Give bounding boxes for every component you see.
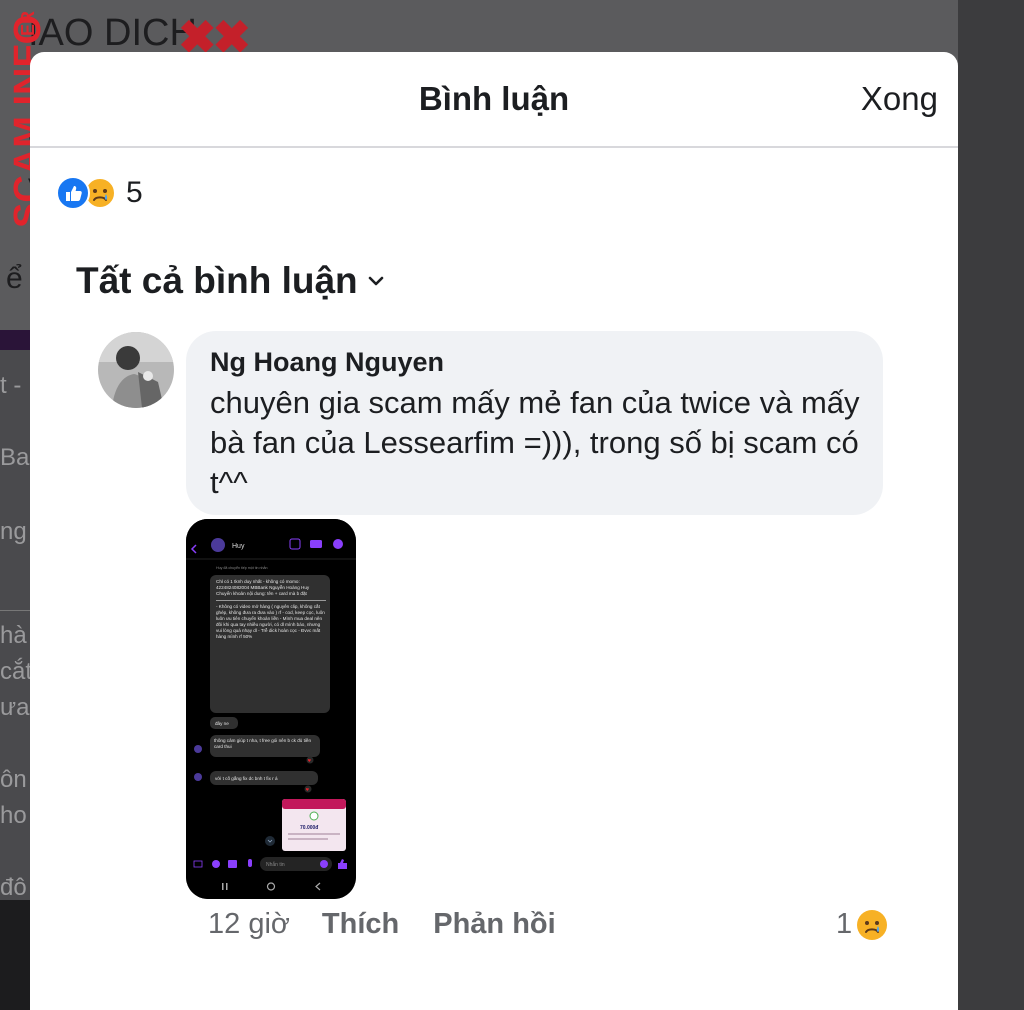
background-purple-strip — [0, 330, 30, 350]
comment-filter-dropdown[interactable]: Tất cả bình luận — [76, 260, 384, 302]
background-divider — [0, 610, 30, 611]
recent-apps-icon — [222, 883, 224, 890]
sad-icon — [857, 909, 888, 940]
like-icon — [56, 176, 90, 210]
background-text-fragment: cắt — [0, 658, 33, 685]
comment-actions: 12 giờ Thích Phản hồi — [208, 908, 590, 941]
comment-timestamp: 12 giờ — [208, 908, 290, 940]
comment-bubble[interactable]: Ng Hoang Nguyen chuyên gia scam mấy mẻ f… — [186, 331, 883, 515]
comment-attachment-image[interactable]: Huy Huy đã chuyển tiếp một tin nhắn Chỉ … — [186, 519, 356, 899]
message-text: thông cảm giúp t nha, t free gói nên b c… — [214, 738, 312, 749]
comment-author[interactable]: Ng Hoang Nguyen — [210, 347, 444, 378]
background-dark-block — [0, 900, 30, 1010]
contact-avatar — [211, 538, 225, 552]
message-text: đây ne — [215, 721, 229, 726]
comment-reaction-count: 1 — [836, 908, 853, 940]
gallery-icon — [228, 860, 237, 868]
forward-note: Huy đã chuyển tiếp một tin nhắn — [216, 565, 268, 570]
background-text-fragment: ng — [0, 518, 27, 545]
contact-name: Huy — [232, 543, 245, 550]
background-text-fragment: hà — [0, 622, 27, 649]
mic-icon — [248, 859, 252, 867]
background-text-fragment: ho — [0, 802, 27, 829]
watermark-text: ER — [18, 11, 38, 36]
sheet-header: Bình luận Xong — [30, 52, 958, 148]
done-button[interactable]: Xong — [861, 80, 938, 118]
background-text-fragment: đô — [0, 874, 27, 901]
background-text-fragment: t - — [0, 372, 22, 399]
info-icon — [333, 539, 343, 549]
messenger-screenshot: Huy Huy đã chuyển tiếp một tin nhắn Chỉ … — [186, 519, 356, 899]
reply-button[interactable]: Phản hồi — [433, 908, 555, 941]
like-button[interactable]: Thích — [322, 908, 399, 941]
payment-amount: 70.000đ — [300, 825, 319, 831]
comment-reactions[interactable]: 1 — [836, 908, 888, 941]
chevron-down-icon — [368, 276, 383, 286]
reaction-count: 5 — [126, 176, 143, 209]
camera-icon — [212, 860, 220, 868]
background-heading-fragment: IAO DICH — [28, 12, 197, 54]
message-text: với t cố gắng fix dc bnh t fix r á — [215, 775, 278, 781]
comments-sheet: Bình luận Xong 5 Tất cả bình luận Ng Hoa… — [30, 52, 958, 1010]
avatar[interactable] — [98, 332, 174, 408]
message-text: Chỉ có 1 tknh duy nhất - không có momo: … — [216, 579, 310, 596]
avatar-photo — [98, 332, 174, 408]
background-text-fragment: ể — [6, 262, 23, 295]
heart-reaction-icon: ♥ — [308, 758, 312, 763]
comment-text: chuyên gia scam mấy mẻ fan của twice và … — [210, 385, 860, 500]
background-text-fragment: Ba — [0, 444, 30, 471]
comment-filter-label: Tất cả bình luận — [76, 260, 358, 301]
scroll-down-icon — [265, 836, 275, 846]
background-right-panel — [958, 0, 1024, 1010]
heart-reaction-icon: ♥ — [306, 787, 310, 792]
background-text-fragment: ưa — [0, 694, 30, 721]
sheet-title: Bình luận — [418, 80, 570, 117]
emoji-icon — [320, 860, 328, 868]
post-reactions[interactable]: 5 — [56, 176, 143, 210]
background-text-fragment: ôn — [0, 766, 27, 793]
message-text: - Không có video mở hàng ( nguyên clip, … — [216, 604, 325, 639]
video-icon — [310, 540, 322, 548]
message-input-placeholder: Nhắn tin — [266, 861, 285, 868]
